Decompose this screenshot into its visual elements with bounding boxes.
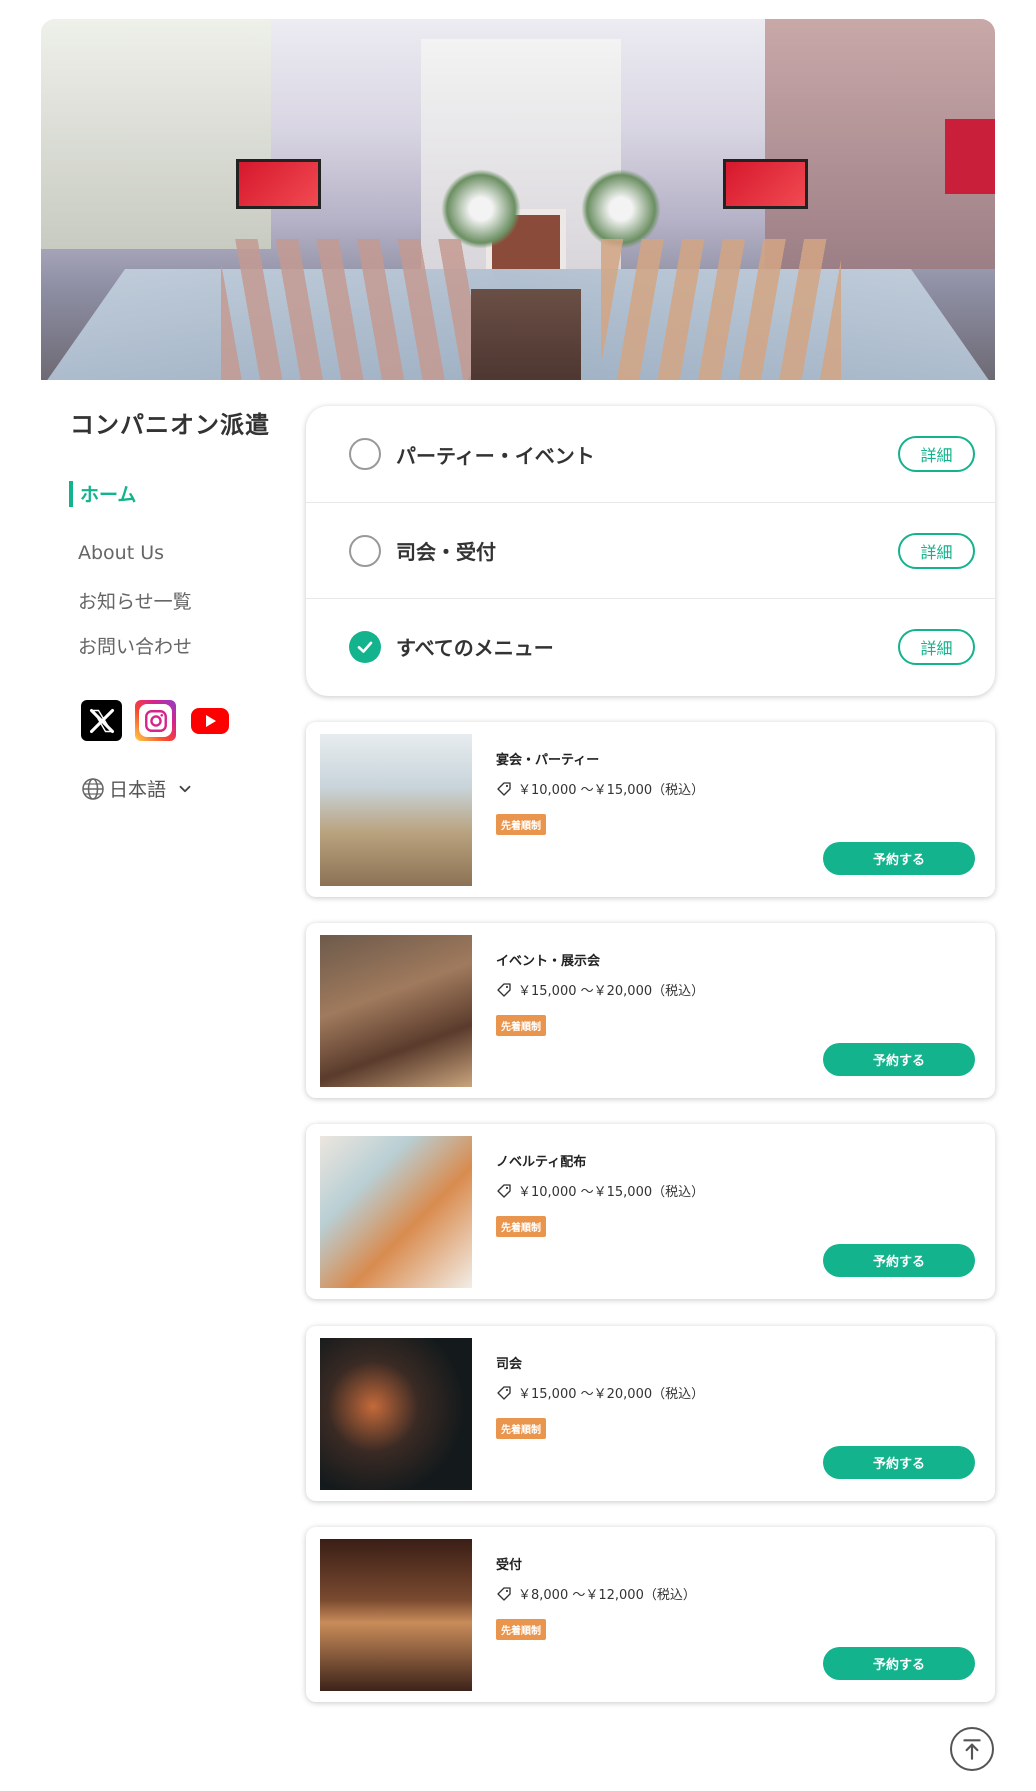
- microphone-thumbnail-image: [320, 1338, 472, 1490]
- event-thumbnail-image: [320, 935, 472, 1087]
- instagram-icon[interactable]: [135, 700, 176, 741]
- menu-card-price: ￥10,000 ～￥15,000（税込）: [496, 779, 704, 798]
- price-range: ￥15,000 ～￥20,000（税込）: [518, 1387, 705, 1402]
- price-range: ￥15,000 ～￥20,000（税込）: [518, 984, 705, 999]
- reserve-button[interactable]: 予約する: [823, 842, 975, 875]
- novelty-thumbnail-image: [320, 1136, 472, 1288]
- price-tag-icon: [497, 1183, 511, 1198]
- menu-card-banquet: 宴会・パーティー ￥10,000 ～￥15,000（税込） 先着順制 予約する: [306, 722, 995, 897]
- menu-card-title: イベント・展示会: [496, 954, 601, 969]
- price-tag-icon: [497, 1586, 511, 1601]
- menu-card-mc: 司会 ￥15,000 ～￥20,000（税込） 先着順制 予約する: [306, 1326, 995, 1501]
- chevron-down-icon: [179, 785, 191, 792]
- menu-card-price: ￥8,000 ～￥12,000（税込）: [496, 1584, 696, 1603]
- menu-card-title: 受付: [496, 1558, 523, 1573]
- scroll-to-top-button[interactable]: [950, 1727, 994, 1771]
- reserve-button[interactable]: 予約する: [823, 1446, 975, 1479]
- filter-label: 司会・受付: [396, 540, 496, 564]
- price-range: ￥8,000 ～￥12,000（税込）: [518, 1588, 696, 1603]
- filter-option-party-event[interactable]: パーティー・イベント 詳細: [306, 406, 995, 502]
- menu-card-title: 司会: [496, 1357, 523, 1372]
- menu-card-price: ￥10,000 ～￥15,000（税込）: [496, 1181, 704, 1200]
- language-label: 日本語: [109, 779, 167, 801]
- price-tag-icon: [497, 781, 511, 796]
- filter-label: パーティー・イベント: [396, 443, 595, 468]
- filter-option-mc-reception[interactable]: 司会・受付 詳細: [306, 502, 995, 598]
- first-come-badge: 先着順制: [496, 1015, 546, 1036]
- radio-unchecked-icon[interactable]: [349, 534, 381, 567]
- nav-item-contact[interactable]: お問い合わせ: [78, 632, 192, 659]
- active-indicator: [69, 480, 73, 507]
- sidebar: コンパニオン派遣 ホーム About Us お知らせ一覧 お問い合わせ 日本語: [69, 405, 290, 801]
- detail-button[interactable]: 詳細: [898, 628, 975, 665]
- reserve-button[interactable]: 予約する: [823, 1647, 975, 1680]
- price-range: ￥10,000 ～￥15,000（税込）: [518, 783, 705, 798]
- language-selector[interactable]: 日本語: [81, 775, 194, 802]
- menu-card-reception: 受付 ￥8,000 ～￥12,000（税込） 先着順制 予約する: [306, 1527, 995, 1702]
- first-come-badge: 先着順制: [496, 814, 546, 835]
- filter-option-all-menus[interactable]: すべてのメニュー 詳細: [306, 598, 995, 694]
- youtube-icon[interactable]: [189, 700, 230, 741]
- nav-item-news[interactable]: お知らせ一覧: [78, 587, 192, 614]
- filter-label: すべてのメニュー: [396, 636, 554, 660]
- menu-card-title: ノベルティ配布: [496, 1155, 587, 1170]
- reserve-button[interactable]: 予約する: [823, 1244, 975, 1277]
- menu-card-title: 宴会・パーティー: [496, 753, 600, 768]
- hero-banner-image: [41, 19, 995, 380]
- nav-item-home-label: ホーム: [80, 484, 137, 506]
- x-twitter-icon[interactable]: [81, 700, 122, 741]
- price-tag-icon: [497, 1385, 511, 1400]
- first-come-badge: 先着順制: [496, 1216, 546, 1237]
- nav-item-about[interactable]: About Us: [78, 542, 164, 564]
- arrow-up-icon: [963, 1739, 981, 1760]
- category-filter-panel: パーティー・イベント 詳細 司会・受付 詳細 すべてのメニュー 詳細: [306, 406, 995, 696]
- site-brand[interactable]: コンパニオン派遣: [70, 405, 290, 440]
- menu-card-novelty: ノベルティ配布 ￥10,000 ～￥15,000（税込） 先着順制 予約する: [306, 1124, 995, 1299]
- radio-unchecked-icon[interactable]: [349, 438, 381, 470]
- banquet-thumbnail-image: [320, 734, 472, 886]
- menu-card-price: ￥15,000 ～￥20,000（税込）: [496, 980, 704, 999]
- menu-card-price: ￥15,000 ～￥20,000（税込）: [496, 1383, 704, 1402]
- reserve-button[interactable]: 予約する: [823, 1043, 975, 1076]
- menu-card-event-exhibition: イベント・展示会 ￥15,000 ～￥20,000（税込） 先着順制 予約する: [306, 923, 995, 1098]
- detail-button[interactable]: 詳細: [898, 436, 975, 472]
- first-come-badge: 先着順制: [496, 1418, 546, 1439]
- globe-icon: [82, 777, 104, 800]
- social-links: [81, 700, 230, 741]
- radio-checked-icon[interactable]: [349, 630, 381, 663]
- price-range: ￥10,000 ～￥15,000（税込）: [518, 1185, 705, 1200]
- price-tag-icon: [497, 982, 511, 997]
- first-come-badge: 先着順制: [496, 1619, 546, 1640]
- reception-thumbnail-image: [320, 1539, 472, 1691]
- nav-item-home[interactable]: ホーム: [69, 480, 136, 507]
- detail-button[interactable]: 詳細: [898, 532, 975, 569]
